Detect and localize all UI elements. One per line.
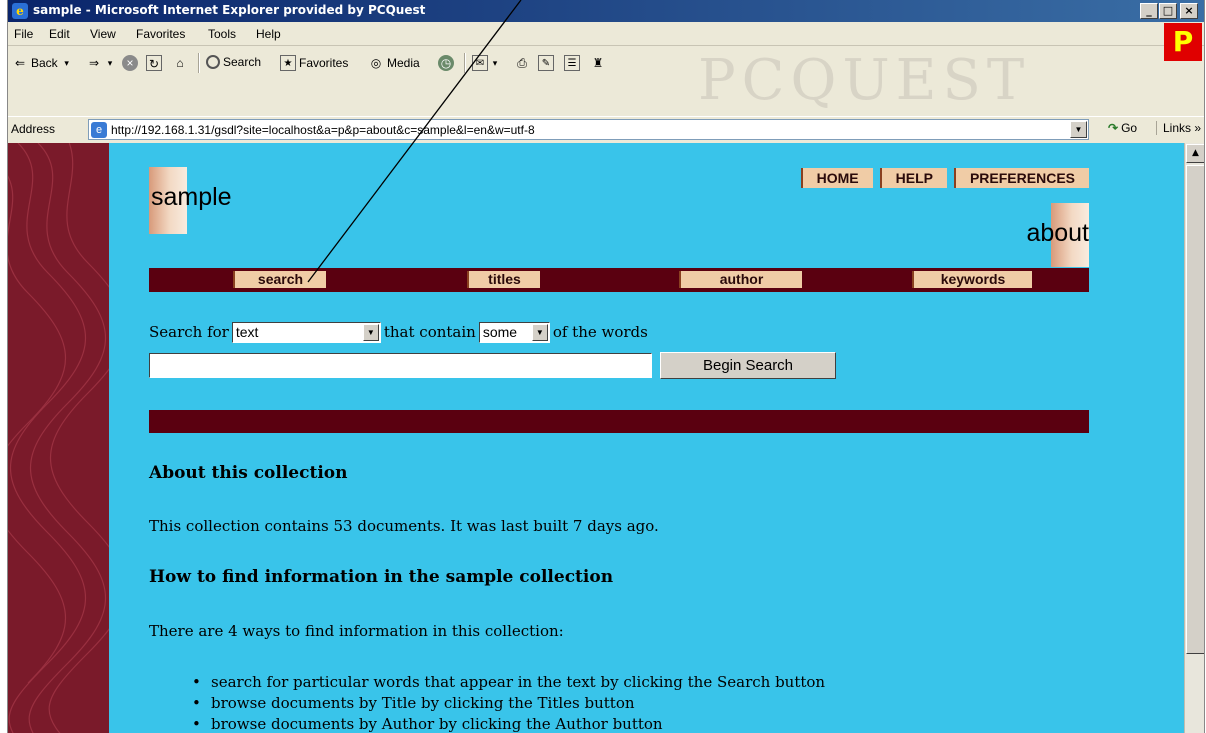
begin-search-button[interactable]: Begin Search — [660, 352, 836, 379]
list-item: browse documents by Author by clicking t… — [189, 715, 825, 733]
address-bar: Address e http://192.168.1.31/gsdl?site=… — [8, 116, 1204, 142]
go-arrow-icon: ↷ — [1108, 121, 1119, 135]
dropdown-arrow-icon: ▾ — [107, 58, 113, 68]
forward-arrow-icon: ⇒ — [88, 56, 100, 70]
scrollbar-thumb[interactable] — [1186, 165, 1204, 654]
collection-logo: sample — [149, 164, 232, 234]
refresh-button[interactable]: ↻ — [146, 55, 165, 71]
search-for-label: Search for — [149, 323, 229, 341]
stop-button[interactable]: × — [122, 55, 141, 71]
print-button[interactable]: ⎙ — [514, 55, 533, 71]
history-button[interactable]: ◷ — [438, 55, 457, 71]
menu-file[interactable]: File — [14, 27, 33, 41]
window-title: sample - Microsoft Internet Explorer pro… — [33, 3, 426, 17]
nav-author[interactable]: author — [679, 271, 802, 288]
search-form: Search for text ▼ that contain some ▼ of… — [149, 320, 949, 379]
browser-window: e sample - Microsoft Internet Explorer p… — [7, 0, 1205, 733]
help-link[interactable]: HELP — [879, 168, 947, 188]
go-button[interactable]: ↷ Go — [1108, 121, 1137, 135]
about-text: This collection contains 53 documents. I… — [149, 517, 659, 535]
toolbar-separator — [464, 53, 466, 73]
collection-navbar: search titles author keywords — [149, 268, 1089, 292]
home-icon: ⌂ — [176, 56, 184, 70]
chevron-down-icon: ▼ — [362, 323, 379, 341]
maximize-button[interactable]: □ — [1159, 3, 1177, 19]
page-heading: about — [1026, 202, 1089, 268]
list-item: browse documents by Title by clicking th… — [189, 694, 825, 715]
list-item: search for particular words that appear … — [189, 673, 825, 694]
pcquest-logo: P — [1164, 23, 1202, 61]
match-mode-select[interactable]: some ▼ — [478, 321, 550, 343]
dropdown-arrow-icon: ▾ — [64, 58, 69, 68]
discuss-button[interactable]: ☰ — [564, 55, 583, 71]
page-icon: e — [91, 122, 107, 138]
edit-icon: ✎ — [538, 55, 554, 71]
back-button[interactable]: ⇐ Back ▾ — [12, 55, 75, 71]
page-viewport: sample HOME HELP PREFERENCES about searc… — [8, 143, 1184, 733]
menu-tools[interactable]: Tools — [208, 27, 236, 41]
menu-help[interactable]: Help — [256, 27, 281, 41]
mail-button[interactable]: ✉ ▾ — [472, 55, 502, 71]
menu-favorites[interactable]: Favorites — [136, 27, 185, 41]
home-link[interactable]: HOME — [800, 168, 873, 188]
vertical-scrollbar[interactable]: ▲ — [1184, 143, 1204, 733]
collection-name: sample — [151, 183, 232, 211]
address-label: Address — [11, 122, 56, 136]
messenger-button[interactable]: ♜ — [590, 55, 609, 71]
collection-page: sample HOME HELP PREFERENCES about searc… — [149, 143, 1089, 733]
toolbar-separator — [198, 53, 200, 73]
favorites-star-icon: ★ — [280, 55, 296, 71]
title-bar: e sample - Microsoft Internet Explorer p… — [8, 0, 1204, 22]
printer-icon: ⎙ — [517, 56, 527, 70]
window-controls: _ □ × — [1139, 3, 1198, 19]
menu-view[interactable]: View — [90, 27, 116, 41]
search-button[interactable]: Search — [206, 55, 261, 69]
top-nav: HOME HELP PREFERENCES — [800, 168, 1089, 188]
preferences-link[interactable]: PREFERENCES — [953, 168, 1089, 188]
chevron-right-icon: » — [1194, 121, 1202, 135]
menu-edit[interactable]: Edit — [49, 27, 70, 41]
home-button[interactable]: ⌂ — [172, 55, 191, 71]
of-words-label: of the words — [552, 323, 648, 341]
discuss-icon: ☰ — [564, 55, 580, 71]
ie-icon: e — [12, 3, 28, 19]
links-button[interactable]: Links » — [1156, 121, 1201, 135]
decorative-side-band — [8, 143, 109, 733]
howto-heading: How to find information in the sample co… — [149, 567, 614, 587]
address-url: http://192.168.1.31/gsdl?site=localhost&… — [111, 123, 535, 137]
side-band-pattern — [8, 143, 109, 733]
that-contain-label: that contain — [383, 323, 476, 341]
standard-toolbar: ⇐ Back ▾ ⇒ ▾ × ↻ ⌂ Search ★ Favorites ◎ … — [8, 48, 1158, 78]
divider-bar — [149, 410, 1089, 433]
forward-button[interactable]: ⇒ ▾ — [86, 55, 118, 71]
media-icon: ◎ — [370, 56, 382, 70]
nav-search[interactable]: search — [233, 271, 326, 288]
nav-titles[interactable]: titles — [467, 271, 540, 288]
ways-list: search for particular words that appear … — [189, 673, 825, 733]
dropdown-arrow-icon: ▾ — [492, 58, 498, 68]
nav-keywords[interactable]: keywords — [912, 271, 1032, 288]
minimize-button[interactable]: _ — [1140, 3, 1158, 19]
mail-icon: ✉ — [472, 55, 488, 71]
address-dropdown-button[interactable]: ▼ — [1070, 121, 1087, 138]
back-arrow-icon: ⇐ — [14, 56, 26, 70]
history-icon: ◷ — [438, 55, 454, 71]
about-heading: About this collection — [149, 463, 348, 483]
media-button[interactable]: ◎ Media — [368, 55, 420, 71]
search-icon — [206, 55, 220, 69]
chevron-down-icon: ▼ — [531, 323, 548, 341]
howto-intro: There are 4 ways to find information in … — [149, 622, 564, 640]
stop-icon: × — [122, 55, 138, 71]
edit-button[interactable]: ✎ — [538, 55, 557, 71]
close-button[interactable]: × — [1180, 3, 1198, 19]
favorites-button[interactable]: ★ Favorites — [280, 55, 348, 71]
messenger-icon: ♜ — [592, 56, 604, 70]
address-input[interactable]: e http://192.168.1.31/gsdl?site=localhos… — [88, 119, 1089, 140]
query-input[interactable] — [149, 353, 652, 378]
search-field-select[interactable]: text ▼ — [231, 321, 381, 343]
page-heading-text: about — [1026, 219, 1089, 247]
refresh-icon: ↻ — [146, 55, 162, 71]
scroll-up-arrow-icon[interactable]: ▲ — [1186, 144, 1204, 163]
menu-bar: File Edit View Favorites Tools Help — [8, 22, 1204, 46]
